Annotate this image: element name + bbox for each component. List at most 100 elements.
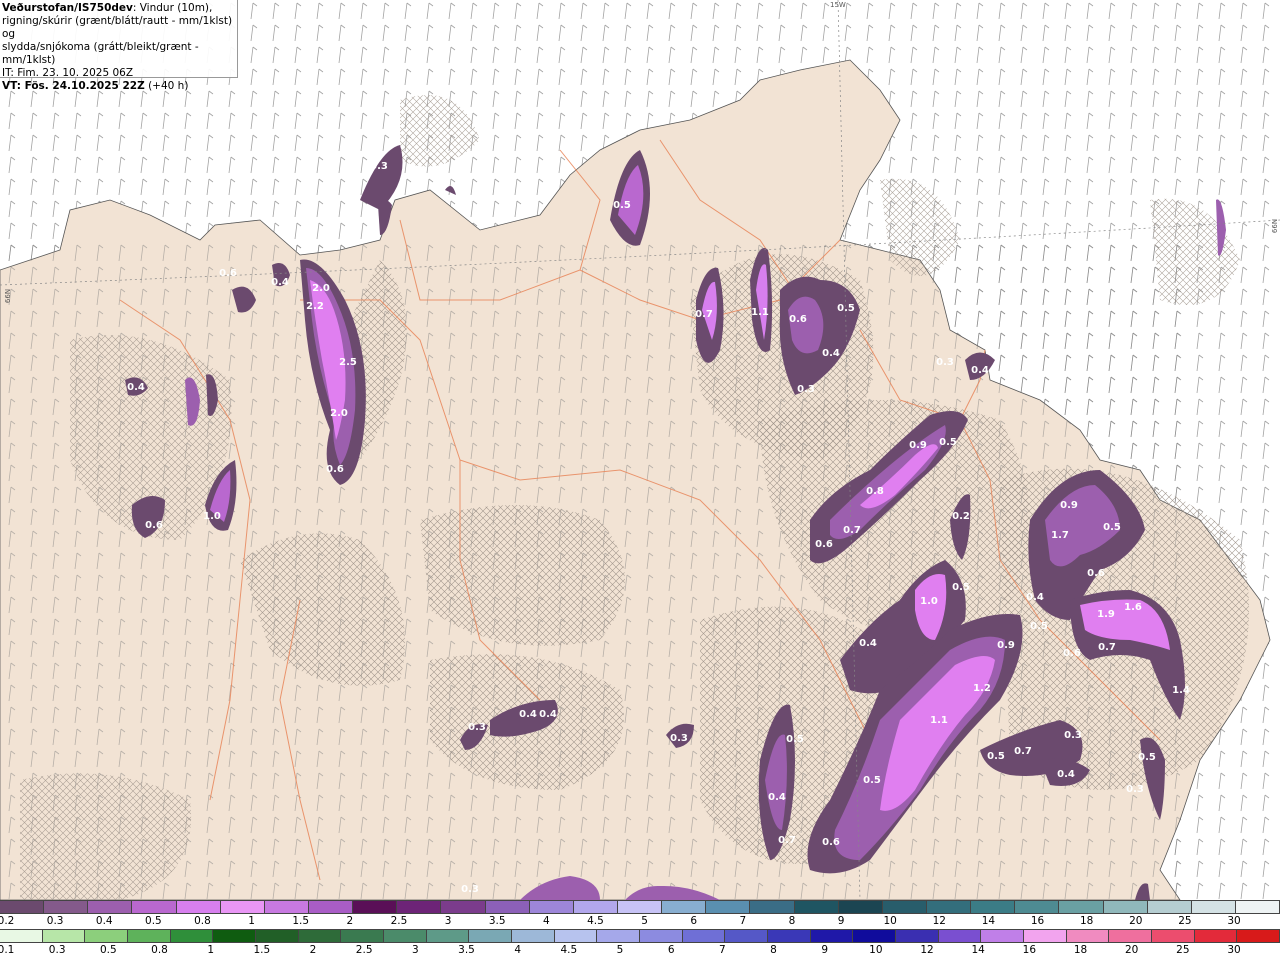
map-value: 0.3: [936, 357, 954, 368]
map-value: 0.4: [271, 277, 289, 288]
legend-label: 18: [1073, 944, 1088, 956]
legend-swatch: [0, 901, 45, 913]
map-value: 0.6: [789, 314, 807, 325]
map-value: 1.7: [1051, 530, 1069, 541]
legend-swatch: [485, 901, 530, 913]
legend-rain: 0.1 0.3 0.5 0.8 1 1.5 2 2.5 3 3.5 4 4.5 5 6 7 8 9 10 12 14 1…: [0, 929, 1280, 957]
map-value: 0.9: [997, 640, 1015, 651]
legend-swatch: [1024, 930, 1067, 942]
legend-label: 0.8: [151, 944, 168, 956]
legend-swatch: [132, 901, 177, 913]
map-value: 1.4: [1172, 685, 1190, 696]
map-value: 0.4: [859, 638, 877, 649]
map-value: 0.7: [843, 525, 861, 536]
legend-label: 9: [821, 944, 828, 956]
legend-swatch: [469, 930, 513, 942]
map-value: 0.6: [219, 268, 237, 279]
legend-label: 0.2: [0, 915, 15, 927]
map-value: 0.5: [863, 775, 881, 786]
map-value: 0.3: [1064, 730, 1082, 741]
legend-swatch: [44, 901, 89, 913]
map-value: 0.6: [145, 520, 163, 531]
legend-label: 10: [883, 915, 897, 927]
legend-swatch: [926, 901, 972, 913]
legend-swatch: [1109, 930, 1153, 942]
legend-label: 2.5: [390, 915, 408, 927]
map-value: 1.1: [751, 307, 769, 318]
legend-label: 5: [641, 915, 648, 927]
legend-label: 12: [932, 915, 946, 927]
legend-label: 3.5: [458, 944, 475, 956]
legend-label: 14: [971, 944, 985, 956]
legend-label: 2: [309, 944, 317, 956]
legend-swatch: [256, 930, 299, 942]
legend-swatch: [662, 901, 707, 913]
legend-swatch: [298, 930, 342, 942]
legend-label: 20: [1124, 944, 1139, 956]
legend-swatch: [706, 901, 751, 913]
map-value: 0.3: [1126, 784, 1144, 795]
legend-label: 1: [207, 944, 214, 956]
map-value: 1.0: [920, 596, 938, 607]
map-value: 2.0: [330, 408, 348, 419]
legend-swatch: [85, 930, 129, 942]
map-value: 0.6: [326, 464, 344, 475]
legend-label: 7: [739, 915, 747, 927]
legend-label: 3: [411, 944, 419, 956]
map-value: 0.5: [613, 200, 631, 211]
map-value: 0.4: [127, 382, 145, 393]
legend-label: 0.5: [99, 944, 117, 956]
legend-label: 16: [1030, 915, 1045, 927]
map-value: 2.2: [306, 301, 324, 312]
map-value: 2.5: [339, 357, 357, 368]
legend-label: 7: [718, 944, 726, 956]
legend-swatch: [750, 901, 795, 913]
legend-label: 2: [346, 915, 354, 927]
legend-label: 25: [1176, 944, 1190, 956]
legend-swatch: [794, 901, 839, 913]
map-value: 0.7: [1098, 642, 1116, 653]
map-value: 0.3: [468, 722, 486, 733]
brand-title: Veðurstofan/IS750dev: [2, 2, 133, 14]
map-value: 0.5: [1103, 522, 1121, 533]
legend-label: 0.4: [95, 915, 113, 927]
legend-swatch: [1237, 930, 1280, 942]
legend-label: 18: [1079, 915, 1094, 927]
legend-label: 0.5: [145, 915, 162, 927]
map-value: 0.4: [519, 709, 537, 720]
legend-swatch: [617, 901, 663, 913]
map-value: 0.4: [822, 348, 840, 359]
legend-swatch: [882, 901, 927, 913]
legend-label: 1.5: [292, 915, 310, 927]
legend-label: 30: [1227, 915, 1241, 927]
legend-label: 1.5: [253, 944, 271, 956]
grid-label-top: 15W: [830, 1, 846, 9]
map-value: 0.7: [695, 309, 713, 320]
legend-label: 30: [1227, 944, 1241, 956]
legend-swatch: [971, 901, 1016, 913]
legend-swatch: [88, 901, 133, 913]
legend-swatch: [853, 930, 897, 942]
map-value: 1.9: [1097, 609, 1115, 620]
legend-swatch: [1059, 901, 1104, 913]
legend-swatch: [810, 930, 854, 942]
map-value: 0.5: [987, 751, 1005, 762]
legend-swatch: [896, 930, 939, 942]
map-value: 1.1: [930, 715, 948, 726]
map-value: 0.7: [778, 835, 796, 846]
map-value: 0.5: [837, 303, 855, 314]
legend-swatch: [1066, 930, 1110, 942]
weather-map: 0.3 0.5 0.6 0.4 2.0 2.2 2.5 2.0 0.6 0.4 …: [0, 0, 1280, 900]
legend-label: 4: [542, 915, 550, 927]
legend-label: 6: [667, 944, 675, 956]
legend-swatch: [384, 930, 427, 942]
title-box: Veðurstofan/IS750dev: Vindur (10m), rign…: [0, 0, 238, 92]
legend-swatch: [1103, 901, 1148, 913]
map-value: 0.7: [1014, 746, 1032, 757]
legend-label: 9: [837, 915, 845, 927]
legend-label: 4.5: [587, 915, 604, 927]
map-value: 0.3: [461, 884, 479, 895]
legend-swatch: [682, 930, 726, 942]
legend-swatch: [1152, 930, 1195, 942]
legend-label: 0.3: [46, 915, 64, 927]
